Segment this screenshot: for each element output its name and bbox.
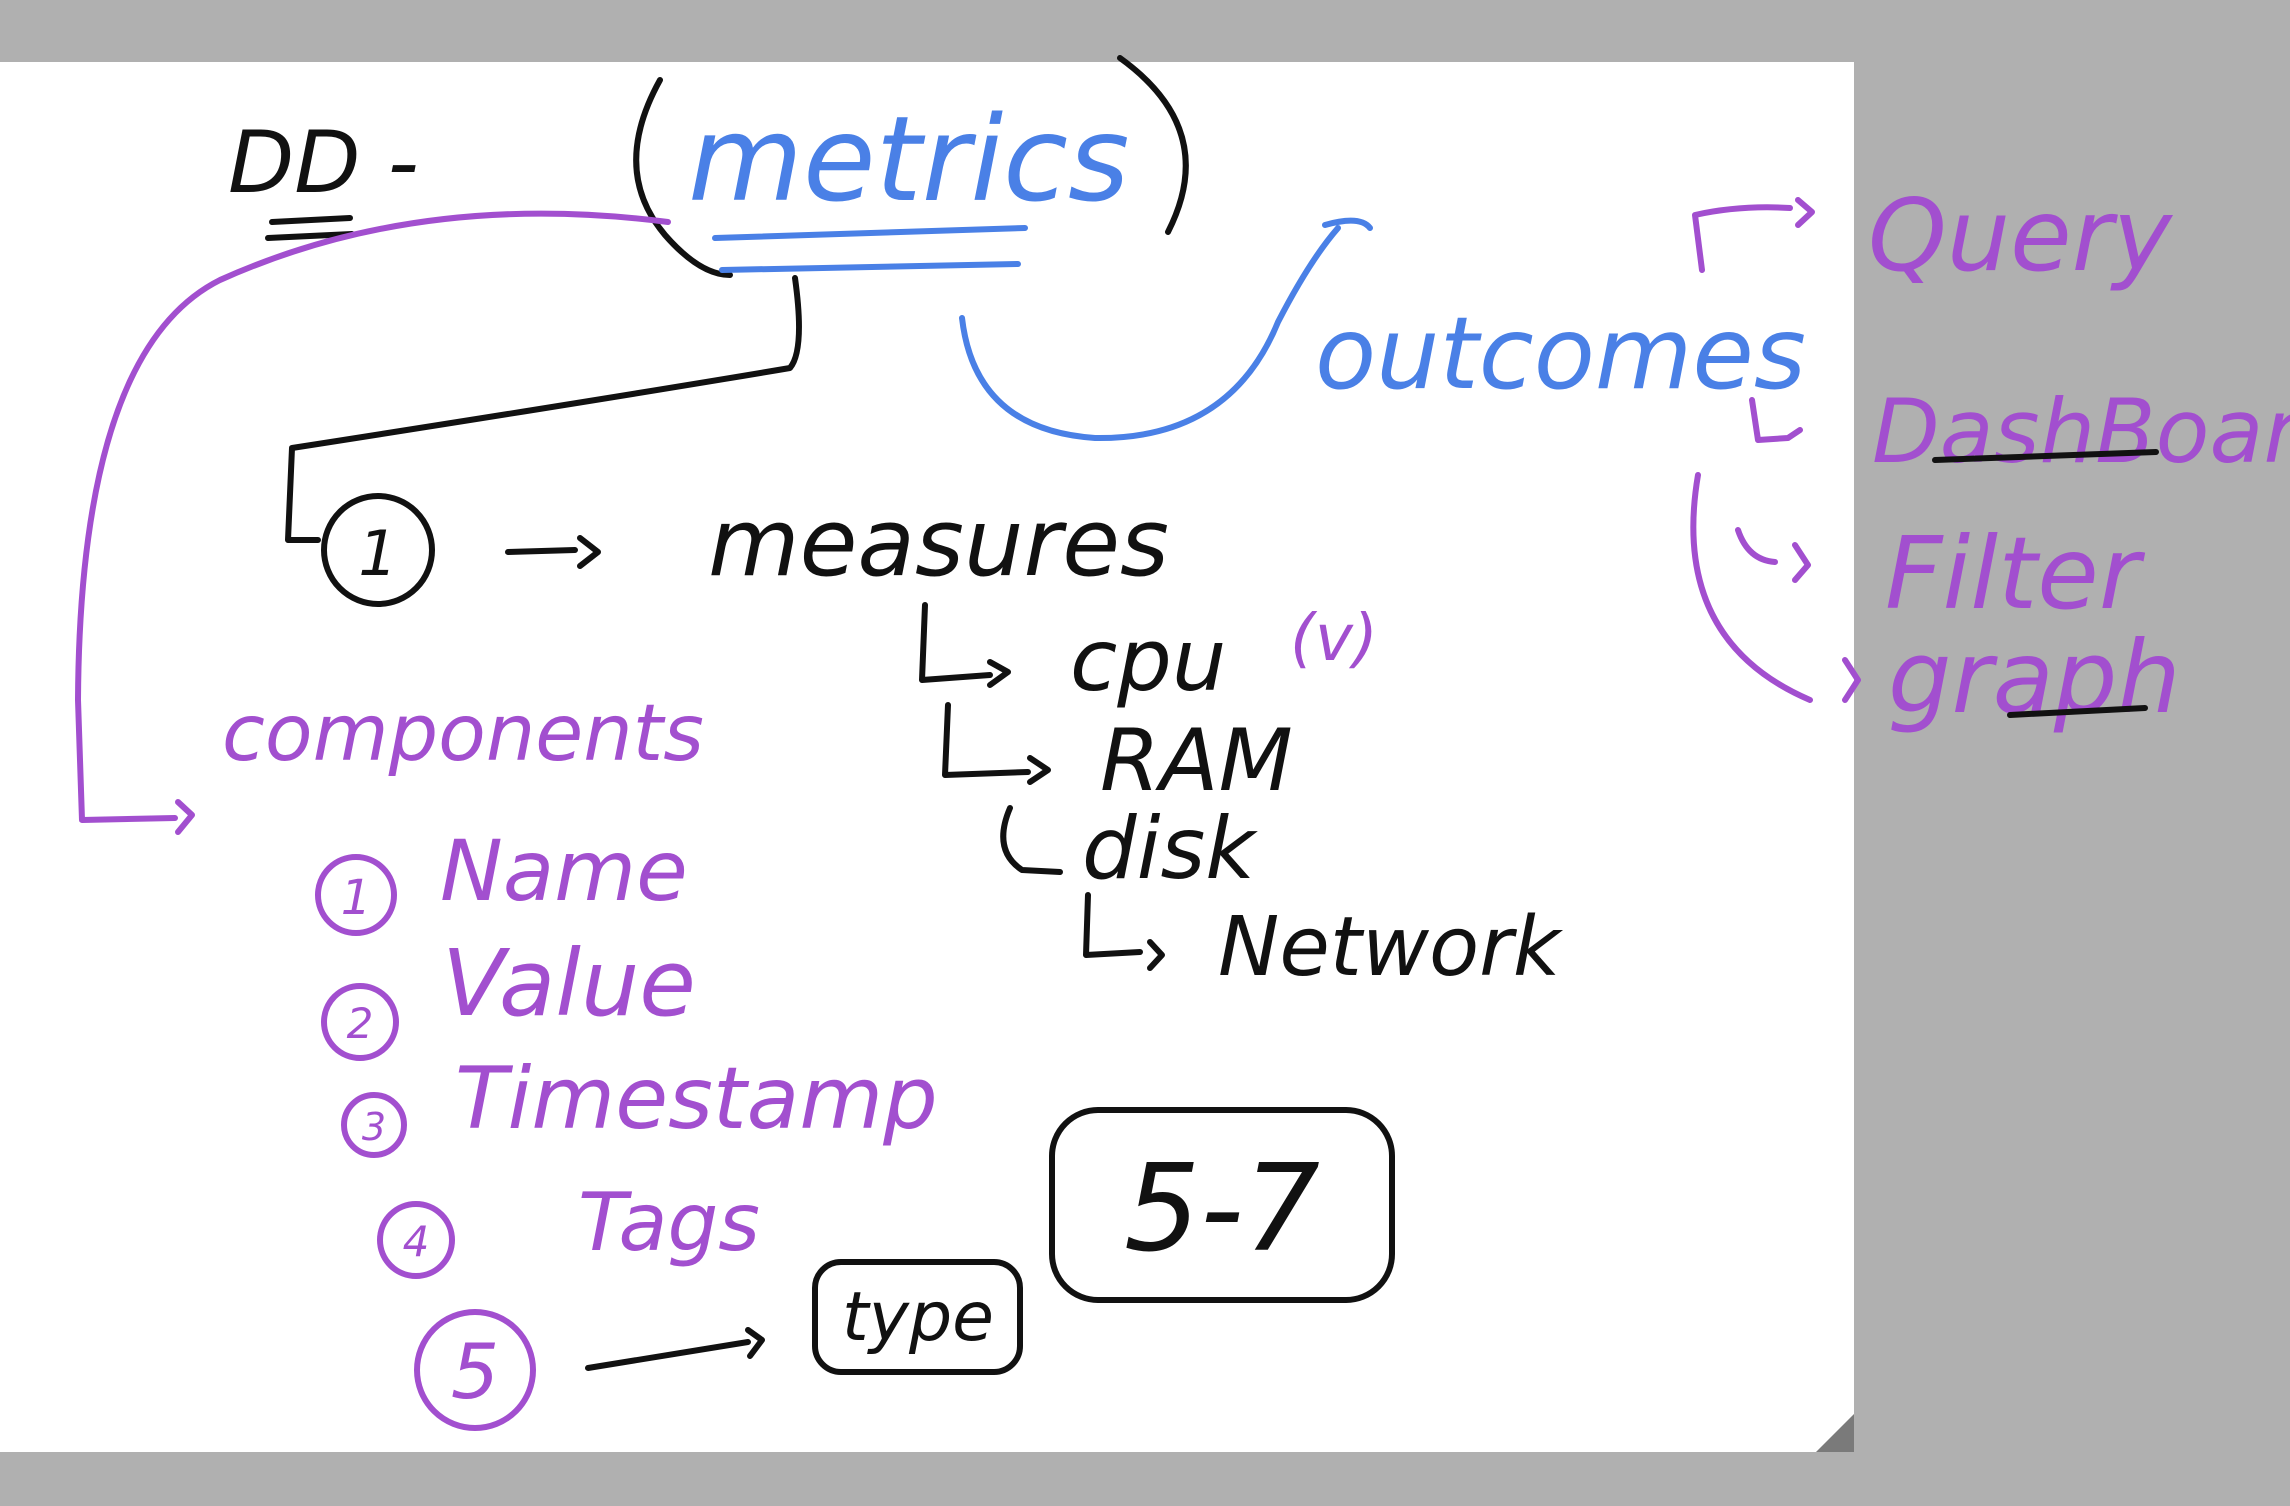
metrics-to-outcomes-connector [959,217,1373,442]
measure-item-ram: RAM [1100,711,1293,811]
metrics-right-paren [1117,55,1189,235]
measure-item-cpu: cpu [1070,611,1226,711]
component-item-name: Name [440,822,688,920]
measures-label: measures [708,489,1169,598]
branch-to-network [1083,892,1165,971]
component-item-value: Value [442,930,696,1037]
component-number-2: 2 [347,999,374,1048]
cpu-note: (v) [1290,602,1378,676]
measure-item-disk: disk [1082,799,1258,899]
range-label: 5-7 [1124,1140,1320,1279]
components-label: components [222,689,704,779]
handwritten-diagram: DD - metrics outcomes Query DashBoard Fi… [75,55,2290,1452]
outcomes-label: outcomes [1315,295,1806,412]
component-number-4: 4 [403,1217,430,1266]
outcome-item-graph: graph [1888,619,2181,736]
branch-to-cpu [919,602,1011,688]
outcome-item-query: Query [1868,177,2174,294]
type-label: type [842,1278,994,1357]
component-number-5: 5 [451,1327,499,1416]
metrics-underline [712,225,1028,273]
measures-number: 1 [358,517,397,590]
branch-to-filter [1735,527,1811,583]
branch-to-disk [1000,805,1063,875]
component-item-tags: Tags [578,1176,760,1269]
metrics-label: metrics [688,90,1129,228]
arrow-to-measures [505,535,601,569]
title-abbrev: DD - [228,113,419,213]
branch-to-graph [1690,472,1861,703]
component-item-timestamp: Timestamp [455,1049,938,1149]
outcome-item-dashboard: DashBoard [1872,380,2290,483]
page-corner-fold [1816,1414,1854,1452]
arrow-to-type [585,1327,765,1371]
title-underline [265,215,355,241]
branch-to-query [1692,197,1815,273]
measure-item-network: Network [1218,900,1564,995]
component-number-3: 3 [362,1105,386,1149]
branch-to-ram [942,702,1051,785]
outcome-item-filter: Filter [1885,515,2146,632]
component-number-1: 1 [341,870,372,926]
